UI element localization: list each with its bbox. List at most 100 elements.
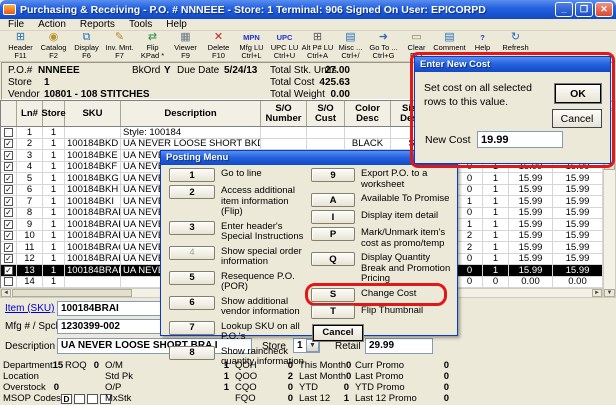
- toolbar-inv-mnt-button[interactable]: ✎Inv. Mnt.F7: [103, 31, 136, 61]
- menu-item-file[interactable]: File: [2, 19, 30, 30]
- restore-button[interactable]: ❐: [575, 2, 593, 17]
- grid-header-0[interactable]: [1, 101, 17, 126]
- toolbar-mfg-lu-button[interactable]: MPNMfg LUCtrl+L: [235, 31, 268, 61]
- posting-key-Q-button[interactable]: Q: [311, 252, 355, 266]
- menu-item-action[interactable]: Action: [32, 19, 72, 30]
- row-checkbox-cell[interactable]: ✓: [1, 162, 17, 173]
- row-checkbox-cell[interactable]: ✓: [1, 219, 17, 230]
- row-checkbox-cell[interactable]: [1, 127, 17, 138]
- toolbar-flip-kpad-button[interactable]: ⇄FlipKPad *: [136, 31, 169, 61]
- posting-key-7-button[interactable]: 7: [169, 321, 215, 335]
- toolbar-display-button[interactable]: ⧉DisplayF6: [70, 31, 103, 61]
- toolbar-delete-button[interactable]: ✕DeleteF10: [202, 31, 235, 61]
- row-checkbox-checked[interactable]: ✓: [4, 220, 13, 229]
- toolbar-catalog-button[interactable]: ◉CatalogF2: [37, 31, 70, 61]
- grid-cell: 1: [43, 185, 65, 196]
- row-checkbox-checked[interactable]: ✓: [4, 254, 13, 263]
- posting-menu-entry-6: 6Show additional vendor information: [169, 296, 309, 318]
- posting-key-1-button[interactable]: 1: [169, 168, 215, 182]
- new-cost-input[interactable]: [477, 131, 563, 148]
- grid-cell: 100184BKH: [65, 185, 121, 196]
- grid-cell: 1: [43, 208, 65, 219]
- vendor-value: 10801 - 108 STITCHES: [44, 89, 150, 100]
- viewer-label-2: F9: [181, 52, 190, 60]
- cost-dialog-title: Enter New Cost: [415, 57, 610, 72]
- po-number-label: P.O.#: [8, 65, 32, 76]
- scroll-right-arrow-icon[interactable]: ►: [592, 289, 602, 297]
- row-checkbox-cell[interactable]: ✓: [1, 139, 17, 150]
- posting-key-6-button[interactable]: 6: [169, 296, 215, 310]
- grid-header-1[interactable]: Ln#: [17, 101, 43, 126]
- posting-key-I-button[interactable]: I: [311, 210, 355, 224]
- grid-cell: 15.99: [553, 208, 603, 219]
- cost-cancel-button[interactable]: Cancel: [552, 109, 602, 128]
- row-checkbox-checked[interactable]: ✓: [4, 266, 13, 275]
- posting-key-8-button[interactable]: 8: [169, 346, 215, 360]
- grid-header-7[interactable]: Color Desc: [345, 101, 391, 126]
- row-checkbox-cell[interactable]: ✓: [1, 196, 17, 207]
- scroll-left-arrow-icon[interactable]: ◄: [1, 289, 11, 297]
- posting-key-S-button[interactable]: S: [311, 288, 355, 302]
- minimize-button[interactable]: _: [555, 2, 573, 17]
- row-checkbox-checked[interactable]: ✓: [4, 243, 13, 252]
- row-checkbox-cell[interactable]: ✓: [1, 242, 17, 253]
- close-button[interactable]: ✕: [595, 2, 613, 17]
- row-checkbox-checked[interactable]: ✓: [4, 139, 13, 148]
- posting-key-3-button[interactable]: 3: [169, 221, 215, 235]
- posting-key-2-button[interactable]: 2: [169, 185, 215, 199]
- stat-cell: Location: [3, 371, 65, 382]
- row-checkbox-checked[interactable]: ✓: [4, 208, 13, 217]
- menu-item-reports[interactable]: Reports: [74, 19, 121, 30]
- stat-value: 0: [288, 382, 293, 393]
- grid-cell: 100184BRAH: [65, 254, 121, 265]
- grid-header-5[interactable]: S/O Number: [261, 101, 307, 126]
- horizontal-scroll-thumb[interactable]: [12, 289, 132, 297]
- posting-key-P-button[interactable]: P: [311, 227, 355, 241]
- row-checkbox-cell[interactable]: ✓: [1, 254, 17, 265]
- toolbar-upc-lu-button[interactable]: UPCUPC LUCtrl+U: [268, 31, 301, 61]
- row-checkbox-checked[interactable]: ✓: [4, 185, 13, 194]
- row-checkbox-cell[interactable]: ✓: [1, 173, 17, 184]
- ok-button[interactable]: OK: [555, 84, 601, 103]
- row-checkbox-checked[interactable]: ✓: [4, 174, 13, 183]
- row-checkbox-cell[interactable]: ✓: [1, 208, 17, 219]
- row-checkbox-cell[interactable]: ✓: [1, 231, 17, 242]
- row-checkbox-checked[interactable]: ✓: [4, 151, 13, 160]
- grid-cell: 1: [483, 185, 509, 196]
- row-checkbox-checked[interactable]: ✓: [4, 231, 13, 240]
- stat-value: 0: [444, 371, 449, 382]
- posting-menu-entry-1: 1Go to line: [169, 168, 309, 182]
- bkord-value: Y: [164, 65, 171, 76]
- row-checkbox-cell[interactable]: ✓: [1, 150, 17, 161]
- grid-header-6[interactable]: S/O Cust: [307, 101, 345, 126]
- row-checkbox-cell[interactable]: ✓: [1, 265, 17, 276]
- toolbar-viewer-button[interactable]: ▦ViewerF9: [169, 31, 202, 61]
- posting-key-5-button[interactable]: 5: [169, 271, 215, 285]
- posting-key-9-button[interactable]: 9: [311, 168, 355, 182]
- grid-header-2[interactable]: Store: [43, 101, 65, 126]
- posting-key-3-label: Enter header's Special Instructions: [215, 221, 309, 243]
- posting-key-A-button[interactable]: A: [311, 193, 355, 207]
- toolbar-alt-pn-lu-button[interactable]: ⊞Alt P# LUCtrl+A: [301, 31, 334, 61]
- grid-cell: 1: [43, 254, 65, 265]
- toolbar-goto-button[interactable]: ➜Go To ...Ctrl+G: [367, 31, 400, 61]
- row-checkbox-checked[interactable]: ✓: [4, 197, 13, 206]
- vendor-label: Vendor: [8, 89, 40, 100]
- toolbar-header-button[interactable]: ⊞HeaderF11: [4, 31, 37, 61]
- item-sku-link[interactable]: Item (SKU): [5, 303, 54, 314]
- menu-item-tools[interactable]: Tools: [123, 19, 158, 30]
- row-checkbox-cell[interactable]: [1, 277, 17, 288]
- row-checkbox[interactable]: [4, 128, 13, 137]
- grid-cell: Style: 100184: [121, 127, 261, 138]
- posting-key-T-button[interactable]: T: [311, 305, 355, 319]
- posting-cancel-button[interactable]: Cancel: [313, 325, 363, 341]
- grid-header-3[interactable]: SKU: [65, 101, 121, 126]
- menu-item-help[interactable]: Help: [160, 19, 193, 30]
- grid-header-4[interactable]: Description: [121, 101, 261, 126]
- row-checkbox[interactable]: [4, 277, 13, 286]
- toolbar-misc-button[interactable]: ▤Misc ...Ctrl+/: [334, 31, 367, 61]
- row-checkbox-checked[interactable]: ✓: [4, 162, 13, 171]
- scroll-down-arrow-icon[interactable]: ▼: [604, 289, 615, 297]
- retail-label: Retail: [335, 341, 361, 352]
- row-checkbox-cell[interactable]: ✓: [1, 185, 17, 196]
